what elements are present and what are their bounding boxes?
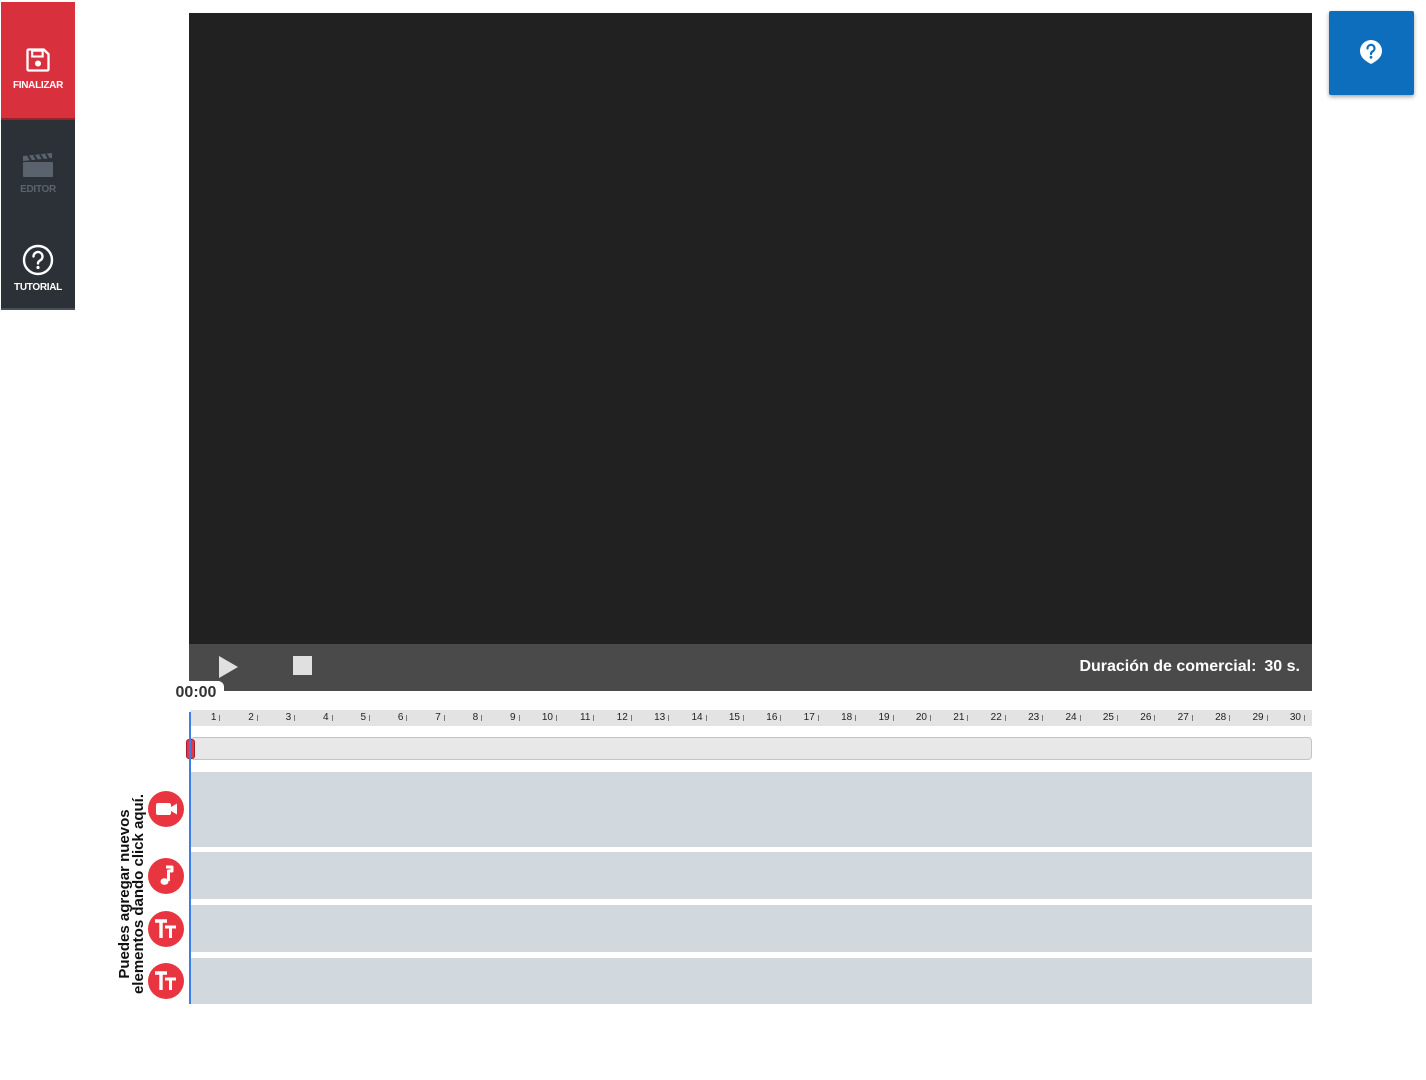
finalizar-button[interactable]: FINALIZAR (1, 2, 75, 120)
current-time: 00:00 (168, 681, 224, 705)
ruler-tick-mark (1079, 715, 1081, 721)
ruler-tick-label: 20 (915, 712, 927, 723)
ruler-tick-mark (369, 715, 370, 721)
ruler-tick-label: 7 (435, 712, 441, 723)
ruler-tick-mark (630, 715, 632, 721)
text-size-icon (155, 971, 176, 990)
ruler-tick-label: 10 (541, 712, 553, 723)
ruler-tick-mark (930, 715, 931, 721)
sidebar: FINALIZAR EDITOR TUTORIAL (1, 2, 75, 310)
ruler-tick-mark (406, 715, 408, 721)
add-text-button-2[interactable] (148, 963, 184, 999)
ruler-tick-label: 11 (580, 712, 591, 723)
add-video-button[interactable] (148, 791, 184, 827)
play-icon[interactable] (217, 655, 239, 679)
ruler-tick-label: 2 (248, 712, 254, 723)
ruler-tick-label: 17 (803, 712, 815, 723)
ruler-tick-mark (1154, 715, 1156, 721)
ruler-tick-mark (967, 715, 969, 721)
ruler-tick-label: 6 (397, 712, 404, 723)
ruler-tick-label: 22 (990, 712, 1002, 723)
timeline-scrubber[interactable] (190, 737, 1312, 760)
ruler-tick-label: 3 (285, 712, 292, 723)
ruler-tick-mark (1304, 715, 1305, 721)
commercial-duration: Duración de comercial: 30 s. (1079, 658, 1300, 676)
ruler-tick-mark (668, 715, 670, 721)
ruler-tick-mark (518, 715, 520, 721)
ruler-tick-label: 4 (323, 712, 329, 723)
ruler-tick-mark (817, 715, 819, 721)
video-track[interactable] (190, 772, 1312, 847)
question-bubble-icon (1360, 40, 1382, 64)
stop-icon[interactable] (293, 656, 312, 675)
clapperboard-icon (23, 153, 53, 177)
player-controls: Duración de comercial: 30 s. (189, 644, 1312, 691)
add-text-button[interactable] (148, 911, 184, 947)
ruler-tick-label: 23 (1028, 712, 1040, 723)
ruler-tick-mark (556, 715, 557, 721)
ruler-tick-mark (256, 715, 258, 721)
ruler-tick-label: 27 (1177, 712, 1189, 723)
ruler-tick-label: 30 (1289, 712, 1301, 723)
add-audio-button[interactable] (148, 858, 184, 894)
ruler-tick-mark (705, 715, 707, 721)
ruler-tick-label: 8 (472, 712, 479, 723)
ruler-tick-label: 13 (654, 712, 666, 723)
ruler-tick-label: 9 (510, 712, 516, 723)
ruler-tick-mark (1266, 715, 1268, 721)
duration-value: 30 s. (1264, 658, 1300, 675)
ruler-tick-mark (294, 715, 296, 721)
music-note-icon (160, 865, 174, 885)
ruler-tick-label: 16 (766, 712, 778, 723)
help-button[interactable] (1329, 11, 1414, 95)
ruler-tick-label: 18 (841, 712, 853, 723)
text-size-icon (155, 919, 176, 938)
finalizar-label: FINALIZAR (12, 80, 64, 91)
ruler-tick-mark (219, 715, 221, 721)
ruler-tick-label: 19 (878, 712, 890, 723)
ruler-tick-mark (855, 715, 857, 721)
help-circle-icon (22, 244, 54, 276)
video-preview[interactable] (189, 13, 1312, 644)
ruler-tick-label: 14 (691, 712, 703, 723)
ruler-tick-mark (780, 715, 782, 721)
ruler-tick-mark (593, 715, 595, 721)
ruler-tick-label: 25 (1102, 712, 1114, 723)
playhead-line (189, 712, 191, 1004)
editor-label: EDITOR (20, 184, 56, 195)
ruler-tick-mark (481, 715, 483, 721)
ruler-tick-mark (331, 715, 333, 721)
audio-track[interactable] (190, 852, 1312, 899)
editor-button[interactable]: EDITOR (1, 122, 75, 218)
ruler-tick-label: 26 (1140, 712, 1152, 723)
video-camera-icon (156, 803, 177, 815)
ruler-tick-label: 24 (1065, 712, 1077, 723)
ruler-tick-mark (1042, 715, 1044, 721)
timeline-ruler[interactable]: 1 2 3 4 5 6 7 8 9 10 11 12 13 14 15 16 17 18 19 20 21 22 23 24 2… (190, 710, 1312, 726)
ruler-tick-label: 12 (616, 712, 628, 723)
duration-label: Duración de comercial: (1079, 658, 1257, 675)
ruler-tick-label: 5 (360, 712, 366, 723)
text-track-1[interactable] (190, 905, 1312, 952)
ruler-tick-mark (1004, 715, 1006, 721)
ruler-tick-mark (892, 715, 894, 721)
text-track-2[interactable] (190, 958, 1312, 1004)
ruler-tick-mark (743, 715, 744, 721)
ruler-tick-label: 15 (728, 712, 740, 723)
ruler-tick-label: 21 (953, 712, 965, 723)
ruler-tick-mark (1229, 715, 1231, 721)
ruler-tick-label: 28 (1215, 712, 1227, 723)
tutorial-label: TUTORIAL (14, 282, 62, 293)
tutorial-button[interactable]: TUTORIAL (1, 218, 75, 308)
add-elements-hint: Puedes agregar nuevos elementos dando cl… (116, 793, 147, 995)
ruler-tick-mark (443, 715, 445, 721)
ruler-tick-mark (1191, 715, 1193, 721)
ruler-tick-label: 1 (210, 712, 217, 723)
ruler-tick-label: 29 (1252, 712, 1264, 723)
save-icon (26, 48, 50, 72)
ruler-tick-mark (1117, 715, 1118, 721)
